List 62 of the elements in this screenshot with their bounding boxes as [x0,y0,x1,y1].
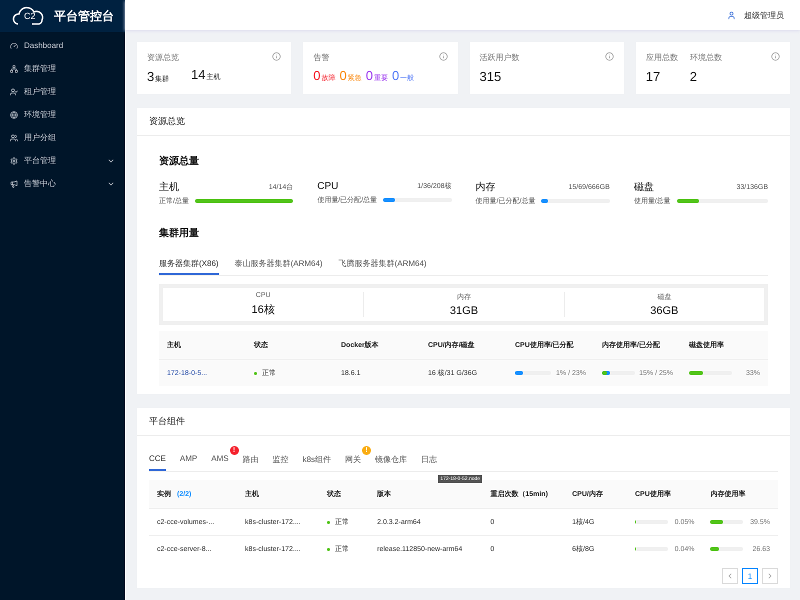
status-dot [326,548,330,551]
info-icon[interactable] [272,52,282,61]
cluster-tab[interactable]: 服务器集群(X86) [159,252,219,275]
progress-bar [383,198,452,202]
panel-title: 资源总览 [137,108,790,136]
component-tab[interactable]: 日志 [421,448,438,471]
sidebar-item[interactable]: Dashboard [0,34,125,57]
progress-bar [710,520,744,524]
network-icon [10,64,18,72]
component-tab[interactable]: 镜像仓库 [375,448,408,471]
user-icon [727,10,736,20]
users-icon [10,134,18,142]
stat-label: 资源总览 [147,52,179,63]
stat-value: 2 [690,69,698,84]
stat-label: 环境总数 [690,52,722,63]
sidebar-item[interactable]: 集群管理 [0,57,125,80]
resource-name: 主机 [159,180,180,194]
chevron-left-icon [726,572,734,580]
cloud-logo-icon [12,6,46,26]
component-tab[interactable]: 监控 [272,448,289,471]
info-icon[interactable] [771,52,780,61]
cluster-tab[interactable]: 泰山服务器集群(ARM64) [234,252,323,275]
chevron-right-icon [766,572,774,580]
status-dot [326,520,330,524]
progress-bar [689,371,732,375]
globe-icon [10,110,18,118]
stat-label: 应用总数 [646,52,678,63]
resource-name: CPU [317,180,340,192]
component-tab[interactable]: CCE [149,448,166,471]
resource-name: 内存 [476,180,496,194]
summary-value: 31GB [450,305,478,317]
user-icon [10,88,18,96]
stat-value: 315 [480,69,502,84]
section-title: 集群用量 [159,226,200,240]
sidebar-item[interactable]: 用户分组 [0,126,125,149]
summary-value: 36GB [650,305,678,317]
component-tab[interactable]: k8s组件 [302,448,332,471]
settings-icon [10,156,18,164]
previous-page-button[interactable] [722,568,738,584]
user-name[interactable]: 超级管理员 [744,10,784,20]
stat-label: 告警 [313,52,330,61]
summary-value: 16核 [252,303,275,317]
info-icon[interactable] [604,52,614,61]
component-tab[interactable]: AMP [180,448,198,471]
logo-mark: C2 [24,11,37,21]
section-title: 资源总量 [159,154,200,168]
panel-title: 平台组件 [137,408,790,436]
stat-label: 活跃用户数 [480,52,520,63]
next-page-button[interactable] [762,568,778,584]
megaphone-icon [10,180,18,188]
app-title: 平台管控台 [54,8,114,24]
info-icon[interactable] [438,52,448,61]
sidebar-item[interactable]: 平台管理 [0,149,125,172]
component-tab[interactable]: 路由 [242,448,259,471]
stat-value: 17 [646,69,662,84]
gauge-icon [10,42,18,50]
sidebar-item[interactable]: 环境管理 [0,103,125,126]
resource-name: 磁盘 [634,181,655,194]
sidebar-item[interactable]: 告警中心 [0,172,125,195]
status-dot [254,372,257,375]
sidebar-item[interactable]: 租户管理 [0,80,125,103]
cluster-tab[interactable]: 飞腾服务器集群(ARM64) [338,252,427,275]
